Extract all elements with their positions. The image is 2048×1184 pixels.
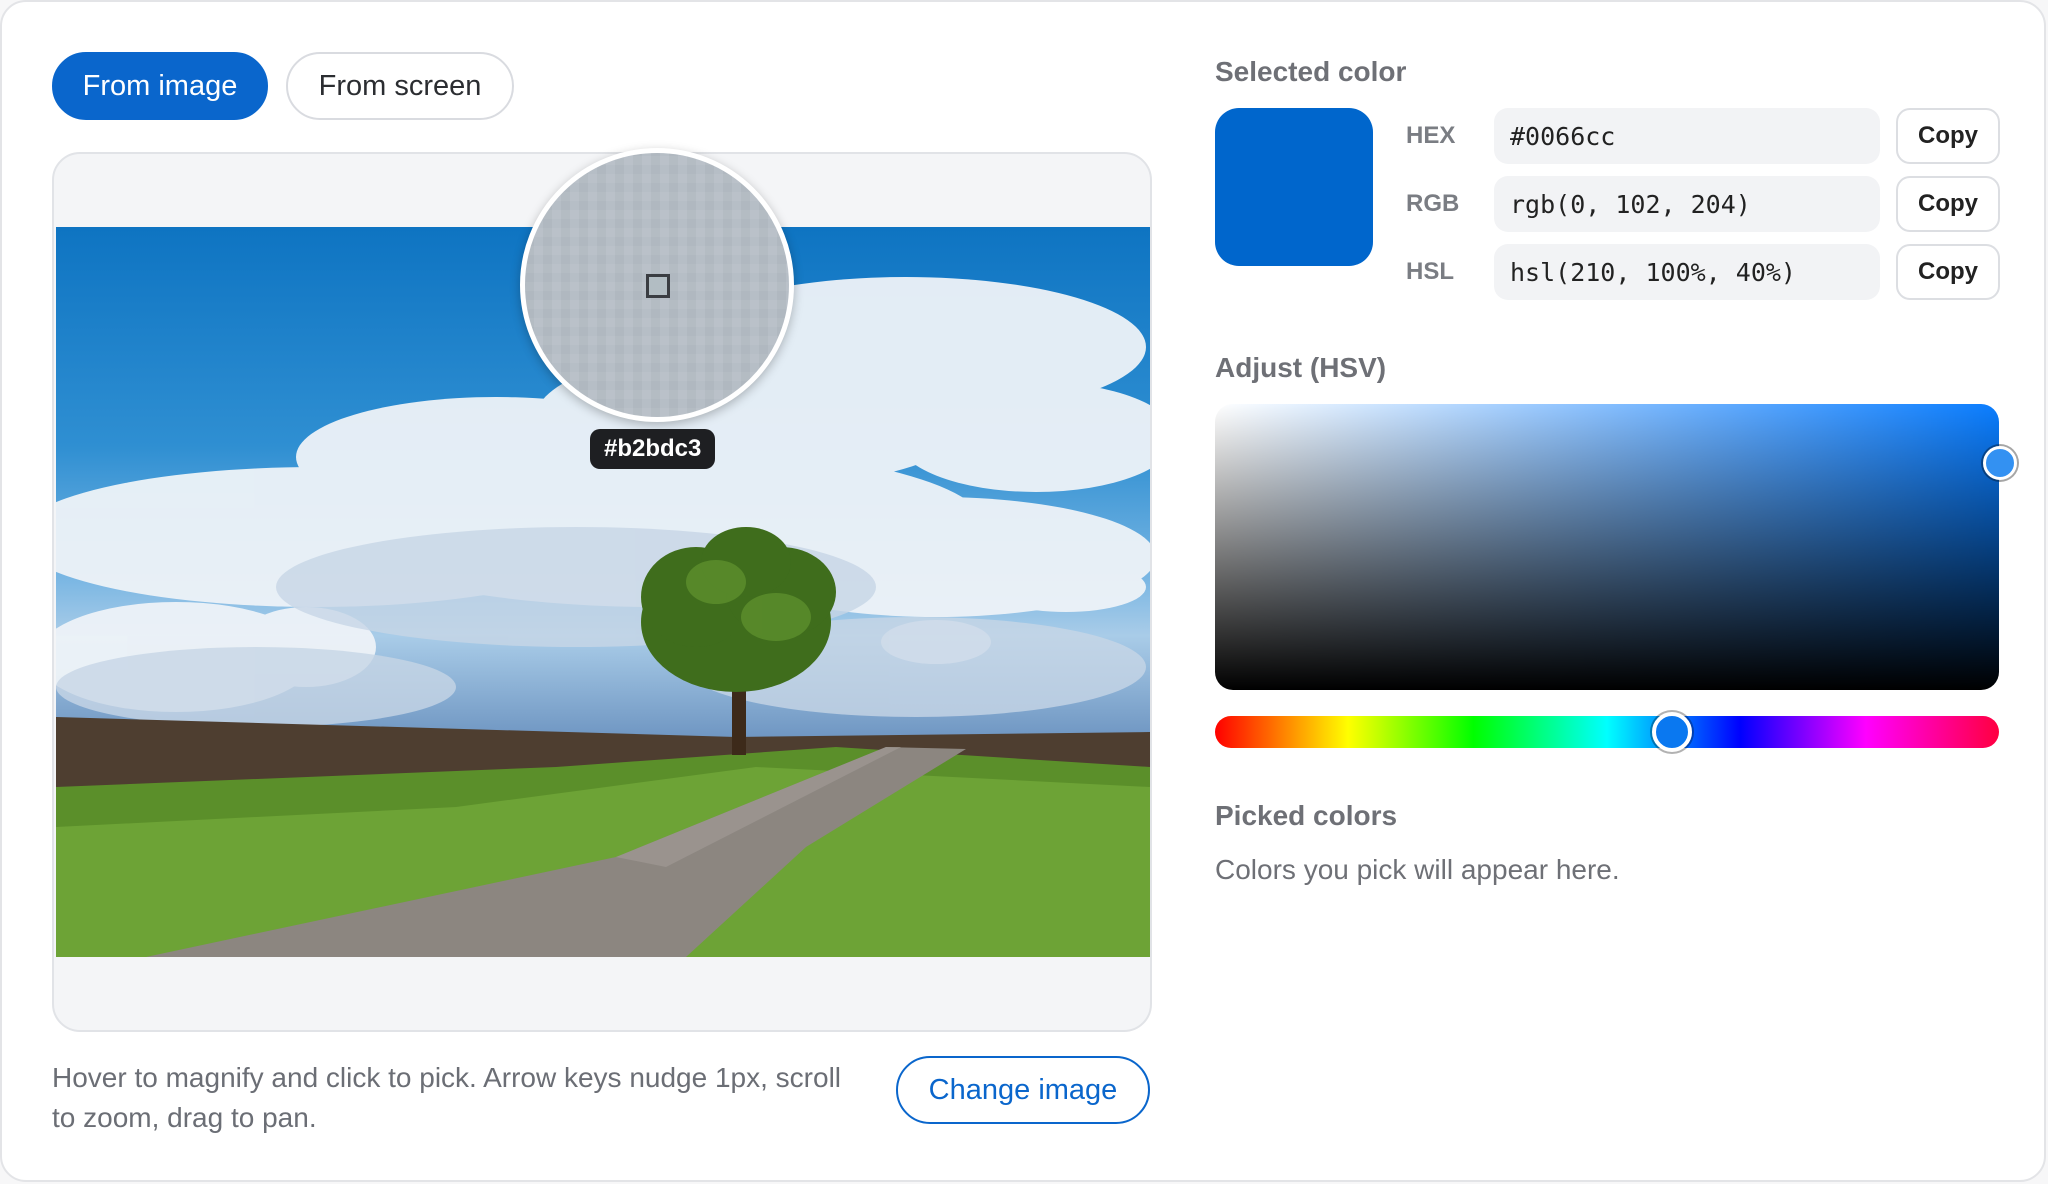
selected-color-title: Selected color: [1215, 56, 1407, 87]
rgb-value-field[interactable]: rgb(0, 102, 204): [1494, 176, 1880, 232]
usage-hint: Hover to magnify and click to pick. Arro…: [52, 1062, 842, 1133]
hue-slider[interactable]: [1215, 716, 1999, 748]
selected-color-swatch: [1215, 108, 1373, 266]
adjust-hsv-title: Adjust (HSV): [1215, 352, 1387, 383]
hsl-label: HSL: [1406, 258, 1454, 285]
copy-hex-button[interactable]: Copy: [1896, 108, 2000, 164]
tab-from-screen[interactable]: From screen: [286, 52, 514, 120]
hex-value-field[interactable]: #0066cc: [1494, 108, 1880, 164]
loupe-hex-label: #b2bdc3: [590, 429, 716, 469]
color-picker-card: From image From screen #b2bdc3 Hover to …: [0, 0, 2046, 1182]
saturation-value-picker[interactable]: [1215, 404, 2017, 690]
rgb-label: RGB: [1406, 190, 1460, 217]
copy-hsl-button[interactable]: Copy: [1896, 244, 2000, 300]
picked-colors-empty-message: Colors you pick will appear here.: [1215, 854, 1620, 885]
picked-colors-title: Picked colors: [1215, 800, 1398, 831]
hue-slider-handle[interactable]: [1652, 712, 1692, 752]
change-image-button[interactable]: Change image: [896, 1056, 1150, 1124]
tab-from-image[interactable]: From image: [52, 52, 268, 120]
saturation-value-handle[interactable]: [1983, 446, 2017, 480]
saturation-value-gradient[interactable]: [1215, 404, 1999, 690]
loupe-reticle: [646, 274, 670, 298]
hsl-value-field[interactable]: hsl(210, 100%, 40%): [1494, 244, 1880, 300]
hex-label: HEX: [1406, 122, 1456, 149]
mode-tabs: From image From screen: [52, 52, 514, 120]
magnifier-loupe: [520, 148, 794, 422]
copy-rgb-button[interactable]: Copy: [1896, 176, 2000, 232]
image-preview[interactable]: #b2bdc3: [52, 148, 1152, 1032]
